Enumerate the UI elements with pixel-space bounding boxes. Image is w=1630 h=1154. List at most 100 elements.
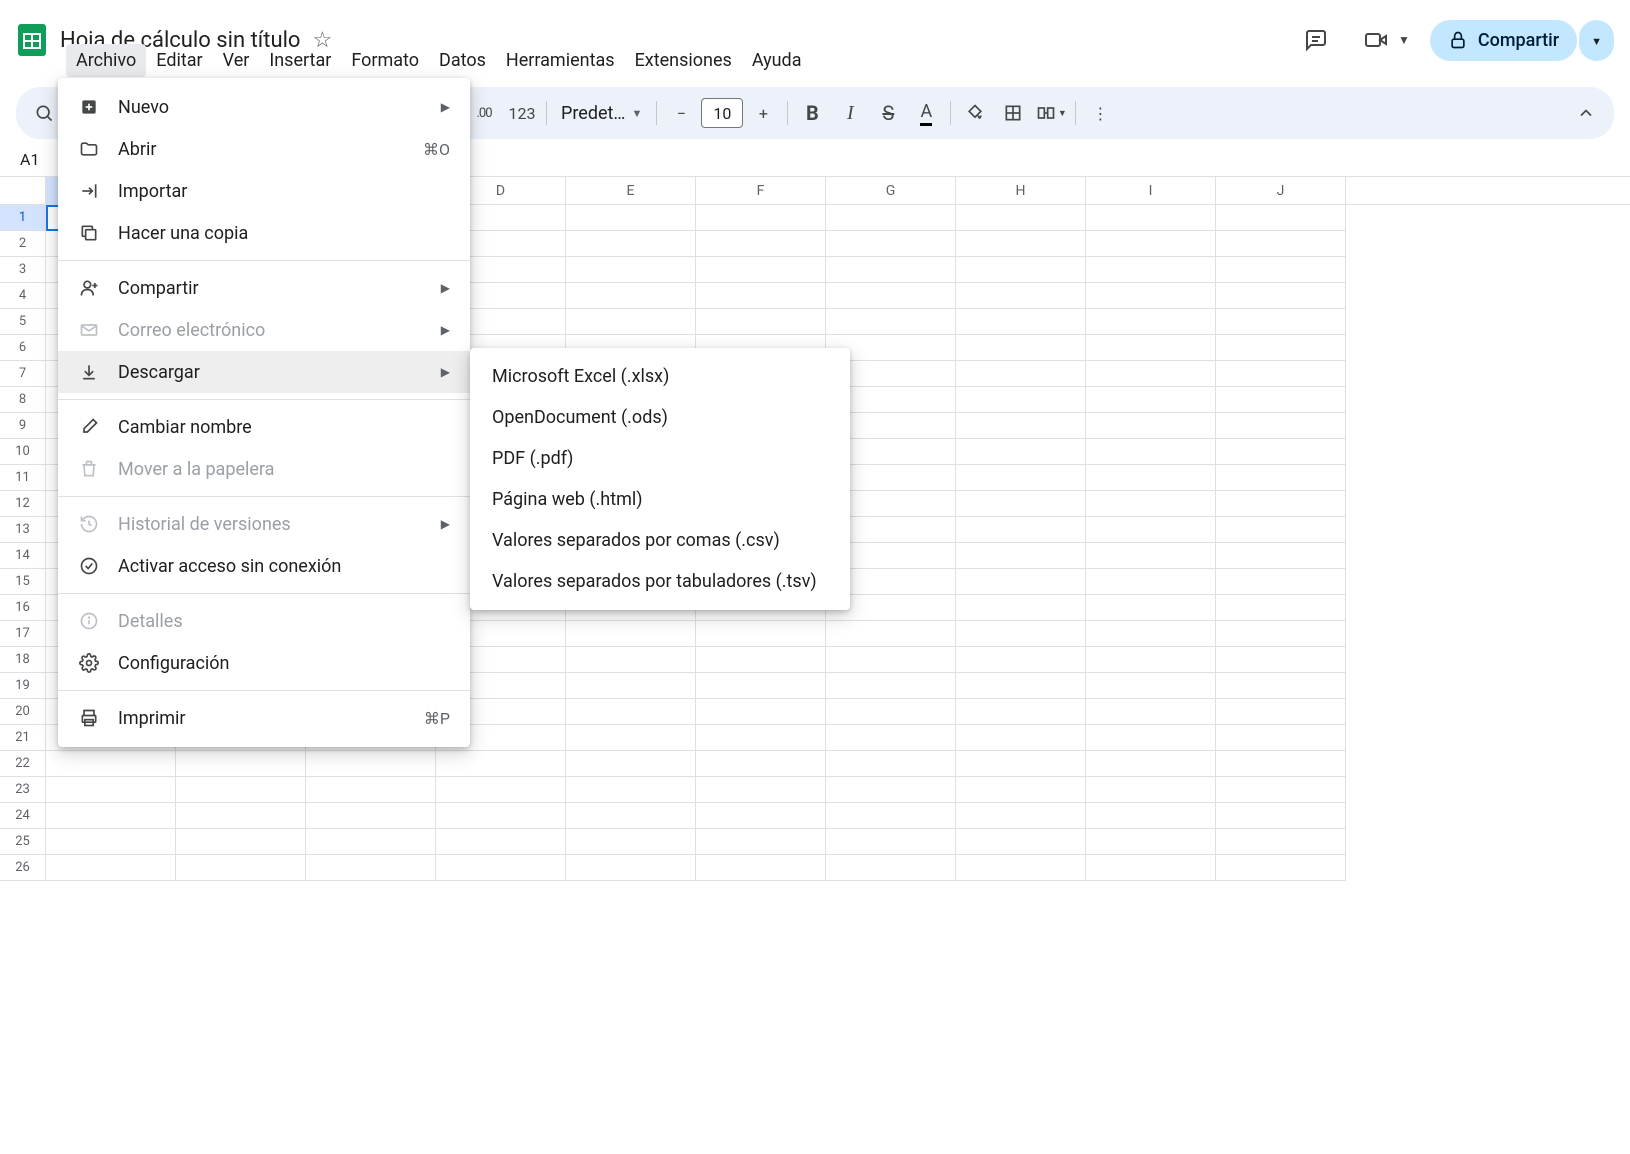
cell[interactable] — [956, 673, 1086, 699]
row-header[interactable]: 9 — [0, 413, 46, 439]
cell[interactable] — [1216, 517, 1346, 543]
cell[interactable] — [1086, 491, 1216, 517]
cell[interactable] — [306, 751, 436, 777]
menu-details[interactable]: Detalles — [58, 600, 470, 642]
cell[interactable] — [1216, 673, 1346, 699]
more-icon[interactable]: ⋮ — [1082, 95, 1118, 131]
meet-button[interactable]: ▼ — [1356, 20, 1410, 60]
cell[interactable] — [566, 621, 696, 647]
cell[interactable] — [566, 283, 696, 309]
cell[interactable] — [1086, 751, 1216, 777]
cell[interactable] — [956, 257, 1086, 283]
cell[interactable] — [1086, 205, 1216, 231]
menu-offline[interactable]: Activar acceso sin conexión — [58, 545, 470, 587]
cell[interactable] — [826, 751, 956, 777]
search-icon[interactable] — [26, 95, 62, 131]
cell[interactable] — [696, 231, 826, 257]
decrease-font-icon[interactable]: − — [663, 95, 699, 131]
cell[interactable] — [696, 647, 826, 673]
cell[interactable] — [956, 361, 1086, 387]
cell[interactable] — [1086, 231, 1216, 257]
cell[interactable] — [1086, 777, 1216, 803]
row-header[interactable]: 18 — [0, 647, 46, 673]
cell[interactable] — [1216, 855, 1346, 881]
cell[interactable] — [826, 777, 956, 803]
cell[interactable] — [46, 829, 176, 855]
increase-font-icon[interactable]: + — [745, 95, 781, 131]
menu-download[interactable]: Descargar ▶ — [58, 351, 470, 393]
cell[interactable] — [956, 699, 1086, 725]
cell[interactable] — [1086, 413, 1216, 439]
row-header[interactable]: 3 — [0, 257, 46, 283]
cell[interactable] — [1216, 205, 1346, 231]
italic-icon[interactable]: I — [832, 95, 868, 131]
cell[interactable] — [1086, 829, 1216, 855]
cell[interactable] — [956, 335, 1086, 361]
cell[interactable] — [1216, 595, 1346, 621]
cell[interactable] — [956, 803, 1086, 829]
menu-new[interactable]: Nuevo ▶ — [58, 86, 470, 128]
font-selector[interactable]: Predet… ▼ — [553, 103, 650, 124]
cell[interactable] — [176, 777, 306, 803]
cell[interactable] — [1216, 777, 1346, 803]
merge-cells-icon[interactable]: ▼ — [1033, 95, 1069, 131]
column-header[interactable]: I — [1086, 177, 1216, 204]
cell[interactable] — [956, 829, 1086, 855]
cell[interactable] — [176, 855, 306, 881]
row-header[interactable]: 8 — [0, 387, 46, 413]
download-option[interactable]: PDF (.pdf) — [470, 438, 850, 479]
row-header[interactable]: 2 — [0, 231, 46, 257]
cell[interactable] — [1086, 647, 1216, 673]
cell[interactable] — [1216, 829, 1346, 855]
cell[interactable] — [826, 309, 956, 335]
cell[interactable] — [1086, 543, 1216, 569]
cell[interactable] — [956, 439, 1086, 465]
cell[interactable] — [826, 829, 956, 855]
cell[interactable] — [1216, 387, 1346, 413]
download-option[interactable]: Valores separados por comas (.csv) — [470, 520, 850, 561]
cell[interactable] — [436, 751, 566, 777]
menu-ayuda[interactable]: Ayuda — [742, 44, 812, 77]
format-123-icon[interactable]: 123 — [504, 95, 540, 131]
menu-make-copy[interactable]: Hacer una copia — [58, 212, 470, 254]
cell[interactable] — [1086, 595, 1216, 621]
cell[interactable] — [826, 621, 956, 647]
cell[interactable] — [566, 855, 696, 881]
cell[interactable] — [956, 777, 1086, 803]
cell[interactable] — [1086, 283, 1216, 309]
cell[interactable] — [1216, 283, 1346, 309]
download-option[interactable]: OpenDocument (.ods) — [470, 397, 850, 438]
share-button[interactable]: Compartir — [1430, 20, 1577, 61]
borders-icon[interactable] — [995, 95, 1031, 131]
cell[interactable] — [956, 621, 1086, 647]
cell[interactable] — [956, 569, 1086, 595]
menu-editar[interactable]: Editar — [146, 44, 212, 77]
cell[interactable] — [696, 751, 826, 777]
cell[interactable] — [696, 855, 826, 881]
cell[interactable] — [306, 829, 436, 855]
cell[interactable] — [566, 725, 696, 751]
menu-archivo[interactable]: Archivo — [66, 44, 146, 77]
menu-open[interactable]: Abrir ⌘O — [58, 128, 470, 170]
cell[interactable] — [1086, 335, 1216, 361]
strikethrough-icon[interactable]: S — [870, 95, 906, 131]
cell[interactable] — [1216, 413, 1346, 439]
column-header[interactable]: E — [566, 177, 696, 204]
menu-trash[interactable]: Mover a la papelera — [58, 448, 470, 490]
cell[interactable] — [1086, 569, 1216, 595]
cell[interactable] — [956, 647, 1086, 673]
cell[interactable] — [566, 205, 696, 231]
column-header[interactable]: F — [696, 177, 826, 204]
cell[interactable] — [1086, 465, 1216, 491]
cell[interactable] — [46, 803, 176, 829]
cell[interactable] — [1086, 855, 1216, 881]
menu-ver[interactable]: Ver — [213, 44, 260, 77]
row-header[interactable]: 22 — [0, 751, 46, 777]
cell[interactable] — [566, 231, 696, 257]
row-header[interactable]: 5 — [0, 309, 46, 335]
sheets-logo[interactable] — [12, 20, 52, 60]
cell[interactable] — [826, 231, 956, 257]
cell[interactable] — [696, 777, 826, 803]
row-header[interactable]: 11 — [0, 465, 46, 491]
cell[interactable] — [566, 699, 696, 725]
